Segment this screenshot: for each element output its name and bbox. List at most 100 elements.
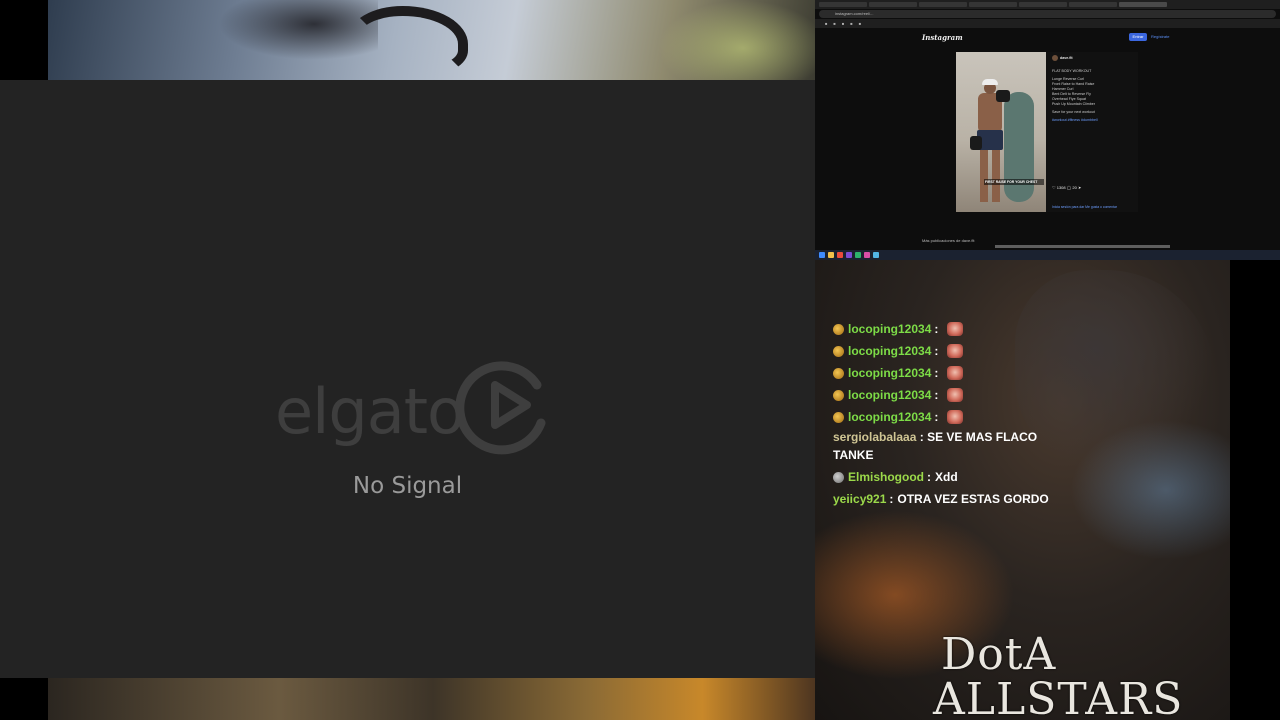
emote-icon [947, 410, 964, 424]
dumbbell-shape [996, 90, 1010, 102]
captured-monitor: instagram.com/reel/... ■ ■ ■ ■ ■ Instagr… [815, 0, 1280, 260]
browser-tab[interactable] [919, 2, 967, 7]
comment-prompt[interactable]: Inicia sesión para dar Me gusta o coment… [1052, 205, 1117, 210]
post-username: dave.fit [1060, 55, 1073, 60]
chat-text: Xdd [935, 470, 958, 484]
dumbbell-shape [970, 136, 982, 150]
caption-cta: Save for your next workout [1052, 110, 1095, 114]
chat-separator: : [934, 388, 939, 402]
elgato-wordmark: elgato [275, 375, 465, 448]
emote-icon [947, 322, 964, 336]
bookmark-item[interactable]: ■ [850, 21, 852, 26]
photo-caption: FIRST RAISE FOR YOUR CHEST [984, 179, 1044, 185]
chat-username: yeiicy921 [833, 492, 887, 506]
chat-separator: : [934, 410, 939, 424]
browser-tab-active[interactable] [1119, 2, 1167, 7]
chat-username: locoping12034 [848, 366, 932, 380]
caption-title: FLAT BODY WORKOUT [1052, 69, 1092, 73]
chat-text: OTRA VEZ ESTAS GORDO [897, 492, 1049, 506]
browser-tab[interactable] [1069, 2, 1117, 7]
dota-allstars-logo: DotA ALLSTARS [933, 632, 1193, 720]
chat-message: sergiolabalaaa : SE VE MAS FLACO TANKE [833, 428, 1043, 464]
sub-badge-icon [833, 411, 844, 423]
start-icon[interactable] [819, 252, 825, 258]
bookmark-item[interactable]: ■ [825, 21, 827, 26]
background-artwork-bottom [48, 678, 818, 720]
post-actions: ♡ 1308 ◯ 20 ➤ [1052, 185, 1081, 190]
emote-icon [947, 344, 964, 358]
post-author[interactable]: dave.fit [1052, 55, 1134, 61]
app-icon[interactable] [873, 252, 879, 258]
chat-message: locoping12034 : [833, 340, 1063, 362]
elgato-capture-panel: elgato No Signal [0, 80, 815, 678]
chat-separator: : [927, 470, 931, 484]
chat-message: locoping12034 : [833, 384, 1063, 406]
instagram-post: FIRST RAISE FOR YOUR CHEST dave.fit FLAT… [956, 52, 1138, 212]
dota-chat-panel: locoping12034 : locoping12034 : locoping… [815, 260, 1230, 720]
person-cap [982, 79, 998, 85]
sub-badge-icon [833, 367, 844, 379]
chat-separator: : [934, 322, 939, 336]
elgato-logo: elgato [275, 355, 565, 460]
bookmarks-bar: ■ ■ ■ ■ ■ [815, 19, 1280, 28]
signup-link[interactable]: Regístrate [1151, 34, 1169, 39]
app-icon[interactable] [846, 252, 852, 258]
bookmark-item[interactable]: ■ [833, 21, 835, 26]
dota-logo-line2: ALLSTARS [933, 674, 1184, 720]
instagram-logo[interactable]: Instagram [922, 33, 963, 42]
more-posts-heading: Más publicaciones de dave.fit [922, 238, 975, 243]
post-photo[interactable]: FIRST RAISE FOR YOUR CHEST [956, 52, 1046, 212]
emote-icon [947, 366, 964, 380]
app-icon[interactable] [855, 252, 861, 258]
chat-message: locoping12034 : [833, 318, 1063, 340]
chat-message: locoping12034 : [833, 362, 1063, 384]
chat-separator: : [934, 366, 939, 380]
browser-tab[interactable] [869, 2, 917, 7]
lightning-art [1070, 420, 1230, 560]
taskbar-icons [819, 252, 879, 258]
chat-username: locoping12034 [848, 322, 932, 336]
chrome-icon[interactable] [837, 252, 843, 258]
stream-layout: elgato No Signal instagram.com/reel/... … [0, 0, 1280, 720]
black-margin [1230, 260, 1280, 720]
windows-taskbar [815, 250, 1280, 260]
badge-icon [833, 471, 844, 483]
serpent-art [348, 6, 468, 76]
heart-icon[interactable]: ♡ [1052, 185, 1056, 190]
bookmark-item[interactable]: ■ [859, 21, 861, 26]
like-count: 1308 [1056, 185, 1066, 190]
app-icon[interactable] [864, 252, 870, 258]
caption-line: Push Up Mountain Climber [1052, 102, 1095, 106]
comment-count: 20 [1072, 185, 1077, 190]
chat-separator: : [919, 430, 924, 444]
chat-overlay: locoping12034 : locoping12034 : locoping… [833, 318, 1063, 510]
chat-username: sergiolabalaaa [833, 430, 917, 444]
browser-tab[interactable] [969, 2, 1017, 7]
horizontal-scrollbar[interactable] [995, 245, 1170, 248]
emote-icon [947, 388, 964, 402]
login-button[interactable]: Entrar [1129, 33, 1147, 41]
bookmark-item[interactable]: ■ [842, 21, 844, 26]
person-legs [980, 150, 1000, 202]
surfboard-shape [1004, 92, 1034, 202]
avatar [1052, 55, 1058, 61]
dota-logo-line1: DotA [941, 629, 1057, 680]
chat-message: locoping12034 : [833, 406, 1063, 428]
elgato-play-icon [455, 361, 546, 455]
address-bar[interactable]: instagram.com/reel/... [819, 10, 1276, 18]
plant-art [658, 0, 828, 80]
folder-icon[interactable] [828, 252, 834, 258]
sub-badge-icon [833, 345, 844, 357]
browser-tab[interactable] [819, 2, 867, 7]
share-icon[interactable]: ➤ [1078, 185, 1081, 190]
sub-badge-icon [833, 389, 844, 401]
browser-tab[interactable] [1019, 2, 1067, 7]
comment-icon[interactable]: ◯ [1067, 185, 1071, 190]
chat-username: locoping12034 [848, 344, 932, 358]
caption-hashtags[interactable]: #workout #fitness #dumbbell [1052, 118, 1134, 123]
no-signal-text: No Signal [352, 473, 463, 499]
instagram-header: Instagram Entrar Regístrate [815, 28, 1280, 46]
chat-username: locoping12034 [848, 388, 932, 402]
chat-message: yeiicy921 : OTRA VEZ ESTAS GORDO [833, 488, 1063, 510]
chat-message: Elmishogood : Xdd [833, 466, 1063, 488]
